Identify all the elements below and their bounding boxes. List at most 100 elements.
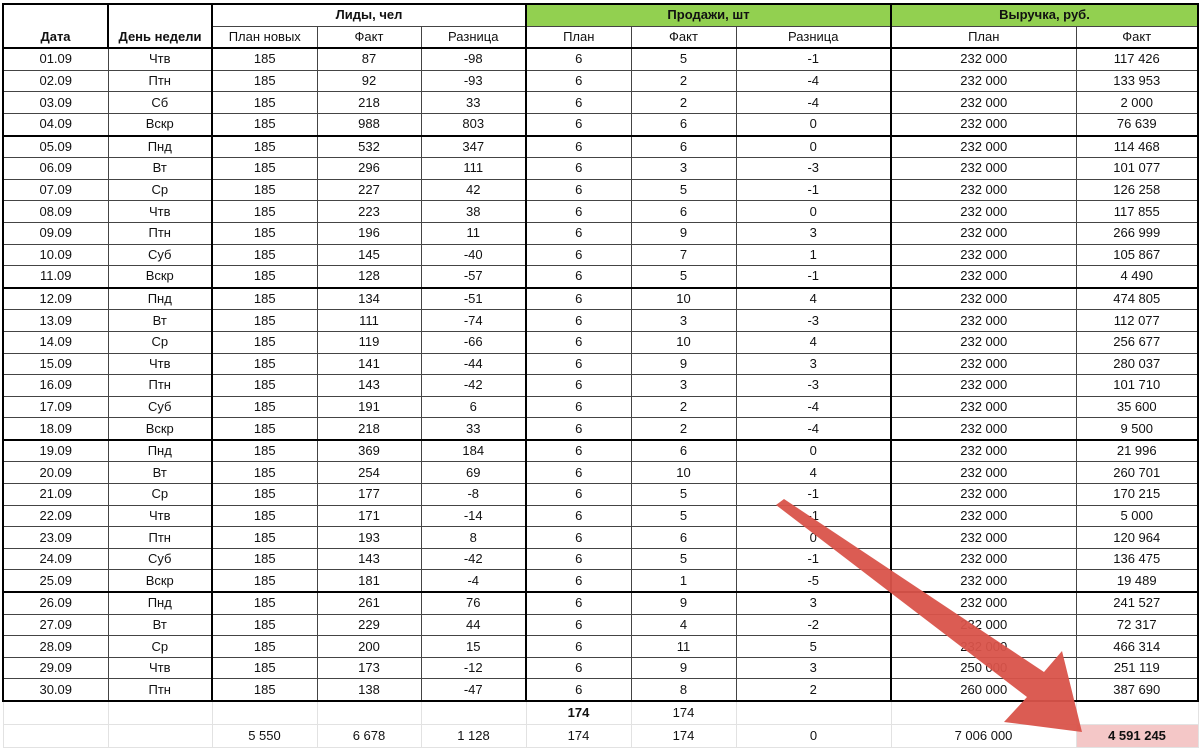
cell-leads-plan: 185 — [211, 265, 318, 289]
cell-date: 15.09 — [2, 352, 109, 376]
cell-sales-plan: 6 — [525, 200, 632, 223]
cell-leads-plan: 185 — [211, 112, 318, 137]
subheader: План новых — [211, 25, 318, 49]
table-row: 23.09 Птн 185 193 8 6 6 0 232 000 120 964 — [2, 526, 1199, 549]
cell-sales-diff: -4 — [735, 69, 892, 93]
cell-sales-plan: 6 — [525, 461, 632, 485]
cell-revenue-fact: 136 475 — [1075, 547, 1199, 571]
cell-date: 18.09 — [2, 417, 109, 441]
cell-sales-fact: 8 — [630, 678, 737, 703]
cell-leads-fact: 296 — [316, 157, 422, 180]
cell-leads-fact: 254 — [316, 461, 422, 485]
cell-leads-plan: 185 — [211, 47, 318, 71]
cell-leads-diff: 347 — [420, 135, 527, 159]
cell-revenue-fact: 251 119 — [1075, 656, 1199, 680]
cell-leads-diff: -14 — [420, 504, 527, 528]
cell-leads-diff: -57 — [420, 265, 527, 289]
cell-leads-diff: -12 — [420, 656, 527, 680]
cell-weekday: Птн — [107, 526, 213, 549]
cell-sales-fact: 11 — [630, 635, 737, 658]
total-sales-plan-bold: 174 — [525, 700, 632, 725]
cell-sales-diff: -1 — [735, 265, 892, 289]
cell-leads-plan: 185 — [211, 243, 318, 267]
cell-sales-fact: 2 — [630, 417, 737, 441]
cell-sales-fact: 9 — [630, 352, 737, 376]
table-row: 28.09 Ср 185 200 15 6 11 5 232 000 466 314 — [2, 635, 1199, 658]
cell-leads-fact: 181 — [316, 569, 422, 594]
cell-date: 24.09 — [2, 547, 109, 571]
cell-weekday: Вт — [107, 613, 213, 637]
cell-sales-fact: 2 — [630, 91, 737, 114]
cell-revenue-fact: 19 489 — [1075, 569, 1199, 594]
cell-leads-diff: -44 — [420, 352, 527, 376]
cell-revenue-plan: 232 000 — [890, 47, 1077, 71]
cell-leads-fact: 134 — [316, 287, 422, 311]
cell-sales-diff: 1 — [735, 243, 892, 267]
cell-sales-diff: 0 — [735, 439, 892, 463]
cell-date: 06.09 — [2, 157, 109, 180]
cell-sales-plan: 6 — [525, 613, 632, 637]
cell-leads-plan: 185 — [211, 330, 318, 354]
table-row: 01.09 Чтв 185 87 -98 6 5 -1 232 000 117 426 — [2, 47, 1199, 71]
cell-sales-diff: -3 — [735, 157, 892, 180]
cell-date: 02.09 — [2, 69, 109, 93]
cell-sales-plan: 6 — [525, 656, 632, 680]
cell-sales-plan: 6 — [525, 417, 632, 441]
cell-weekday: Ср — [107, 178, 213, 202]
cell-sales-diff: 2 — [735, 678, 892, 703]
cell-sales-diff: -1 — [735, 483, 892, 506]
table-row: 17.09 Суб 185 191 6 6 2 -4 232 000 35 600 — [2, 395, 1199, 419]
cell-leads-diff: -93 — [420, 69, 527, 93]
cell-sales-fact: 10 — [630, 461, 737, 485]
cell-leads-fact: 200 — [316, 635, 422, 658]
cell-revenue-plan: 232 000 — [890, 526, 1077, 549]
cell-revenue-plan: 260 000 — [890, 678, 1077, 703]
cell-leads-plan: 185 — [211, 221, 318, 245]
cell-sales-diff: -1 — [735, 178, 892, 202]
cell-leads-diff: 76 — [420, 591, 527, 615]
cell-sales-plan: 6 — [525, 243, 632, 267]
cell-sales-fact: 1 — [630, 569, 737, 594]
cell-leads-fact: 196 — [316, 221, 422, 245]
table-row: 29.09 Чтв 185 173 -12 6 9 3 250 000 251 119 — [2, 656, 1199, 680]
cell-revenue-fact: 105 867 — [1075, 243, 1199, 267]
cell-leads-fact: 193 — [316, 526, 422, 549]
cell-leads-plan: 185 — [211, 461, 318, 485]
cell-leads-diff: 69 — [420, 461, 527, 485]
cell-sales-fact: 3 — [630, 157, 737, 180]
cell-sales-fact: 2 — [630, 69, 737, 93]
cell-leads-plan: 185 — [211, 309, 318, 332]
cell-leads-fact: 177 — [316, 483, 422, 506]
table-row: 13.09 Вт 185 111 -74 6 3 -3 232 000 112 077 — [2, 309, 1199, 332]
cell-revenue-fact: 260 701 — [1075, 461, 1199, 485]
total-sales-plan: 174 — [525, 724, 632, 748]
cell-leads-fact: 218 — [316, 417, 422, 441]
cell-leads-diff: 33 — [420, 91, 527, 114]
cell-leads-fact: 532 — [316, 135, 422, 159]
subheader: Разница — [735, 25, 892, 49]
cell-revenue-plan: 232 000 — [890, 69, 1077, 93]
header-revenue: Выручка, руб. — [890, 2, 1199, 27]
cell-sales-diff: -4 — [735, 91, 892, 114]
cell-sales-fact: 5 — [630, 265, 737, 289]
cell-leads-plan: 185 — [211, 287, 318, 311]
cell-weekday: Вт — [107, 461, 213, 485]
header-sales: Продажи, шт — [525, 2, 892, 27]
cell-sales-plan: 6 — [525, 526, 632, 549]
cell-leads-plan: 185 — [211, 91, 318, 114]
cell-revenue-plan: 232 000 — [890, 91, 1077, 114]
cell-leads-plan: 185 — [211, 591, 318, 615]
cell-weekday: Пнд — [107, 439, 213, 463]
table-row: 04.09 Вскр 185 988 803 6 6 0 232 000 76 639 — [2, 112, 1199, 137]
cell-sales-fact: 6 — [630, 200, 737, 223]
cell-sales-plan: 6 — [525, 221, 632, 245]
cell-sales-plan: 6 — [525, 69, 632, 93]
cell-leads-diff: -4 — [420, 569, 527, 594]
cell-revenue-fact: 387 690 — [1075, 678, 1199, 703]
header-weekday: День недели — [107, 2, 213, 49]
total-sales-fact: 174 — [630, 700, 737, 725]
cell-revenue-fact: 9 500 — [1075, 417, 1199, 441]
table-row: 10.09 Суб 185 145 -40 6 7 1 232 000 105 867 — [2, 243, 1199, 267]
cell-revenue-fact: 21 996 — [1075, 439, 1199, 463]
cell-sales-diff: 4 — [735, 461, 892, 485]
